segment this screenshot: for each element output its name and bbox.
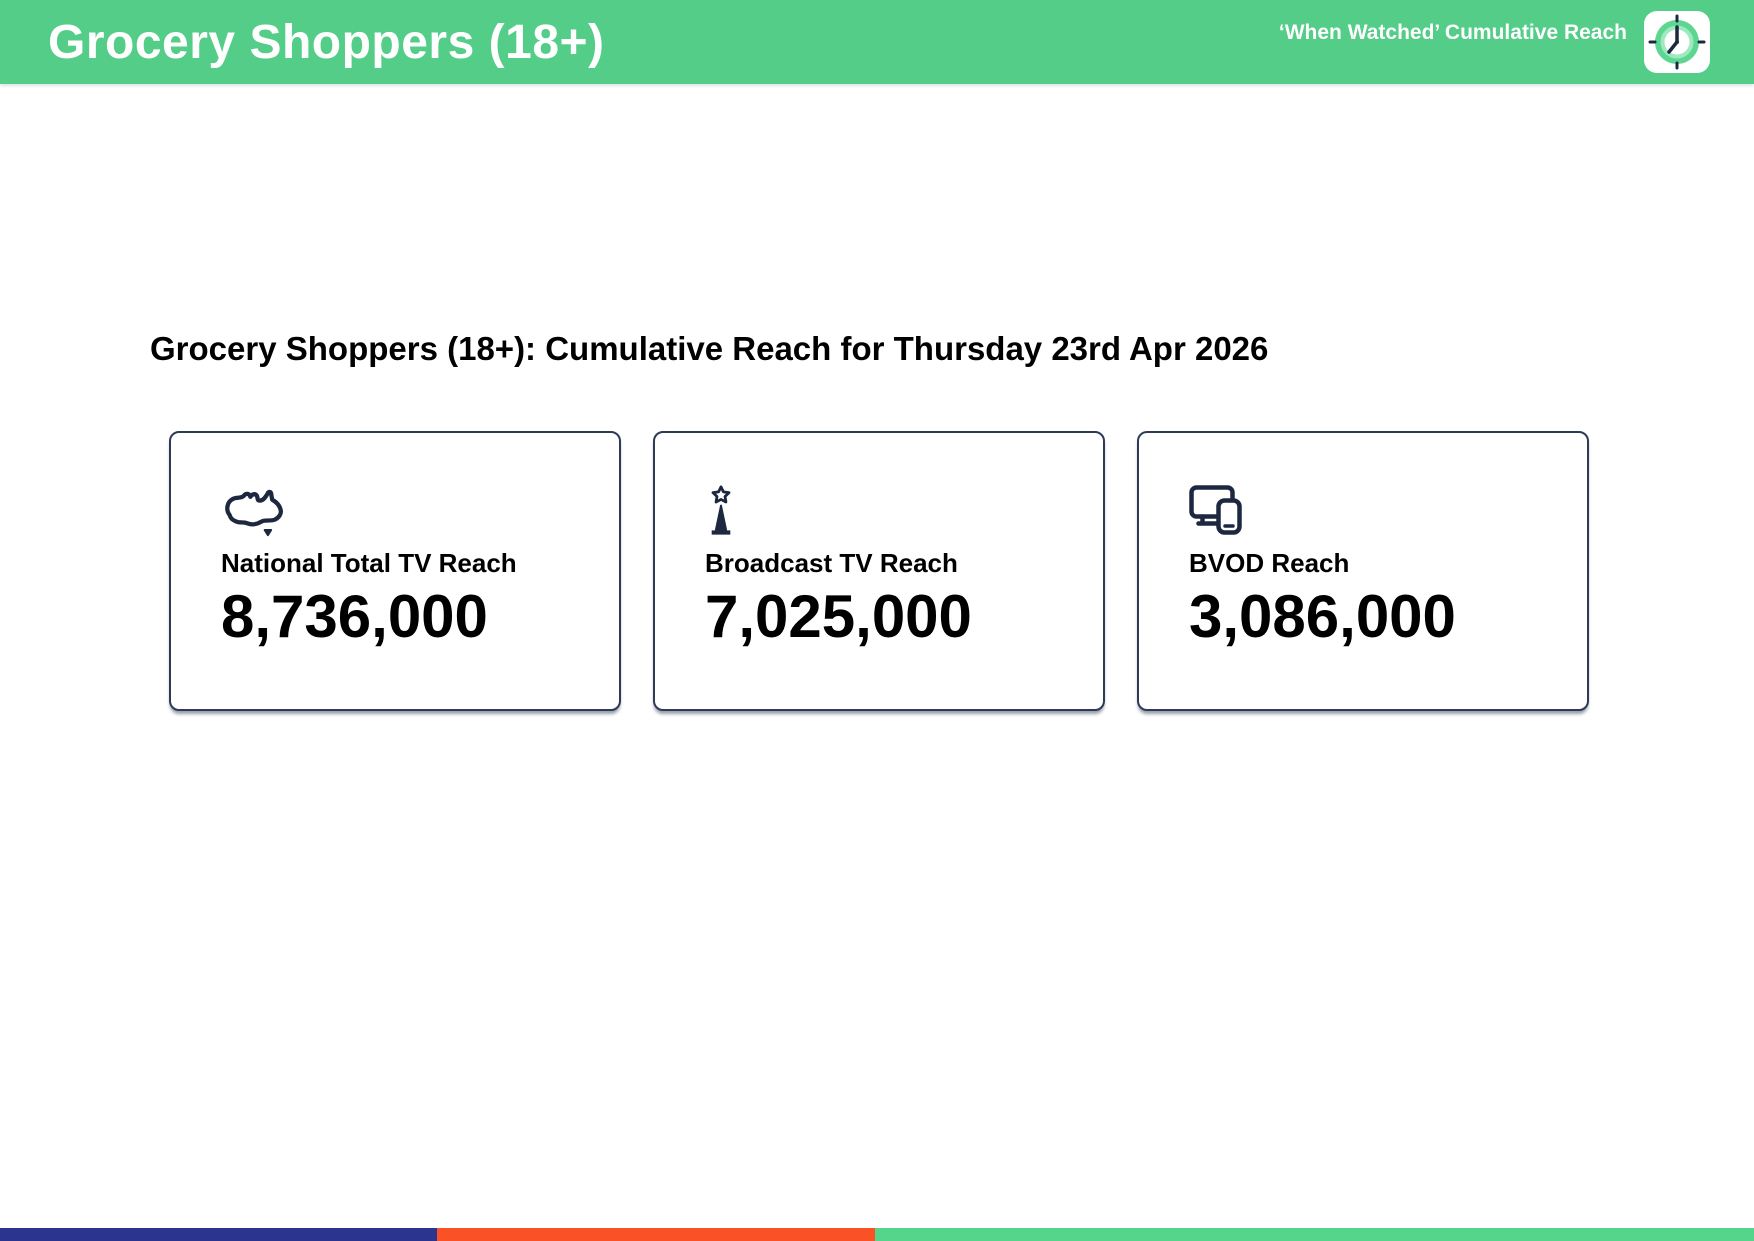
clock-logo-icon — [1644, 11, 1710, 73]
kpi-label: Broadcast TV Reach — [705, 548, 958, 578]
app-header: Grocery Shoppers (18+) ‘When Watched’ Cu… — [0, 0, 1754, 84]
report-heading: Grocery Shoppers (18+): Cumulative Reach… — [150, 330, 1269, 367]
kpi-value: 8,736,000 — [221, 583, 488, 650]
footer-segment-green — [875, 1228, 1754, 1241]
kpi-label: BVOD Reach — [1189, 548, 1350, 578]
kpi-card-bvod: BVOD Reach 3,086,000 — [1137, 431, 1589, 711]
kpi-card-broadcast-tv: Broadcast TV Reach 7,025,000 — [653, 431, 1105, 711]
page-title: Grocery Shoppers (18+) — [48, 15, 605, 69]
kpi-icon-slot — [221, 485, 579, 539]
header-subtitle: ‘When Watched’ Cumulative Reach — [1278, 21, 1627, 44]
footer-segment-orange — [437, 1228, 875, 1241]
australia-map-icon — [225, 489, 283, 537]
broadcast-tower-icon — [711, 485, 731, 535]
kpi-cards-row: National Total TV Reach 8,736,000 Broadc… — [169, 431, 1589, 711]
footer-brand-bar — [0, 1228, 1754, 1241]
kpi-icon-slot — [1189, 485, 1547, 539]
devices-icon — [1189, 485, 1242, 535]
header-right-group: ‘When Watched’ Cumulative Reach — [1279, 11, 1710, 73]
kpi-label: National Total TV Reach — [221, 548, 517, 578]
kpi-value: 7,025,000 — [705, 583, 972, 650]
kpi-icon-slot — [705, 485, 1063, 539]
kpi-value: 3,086,000 — [1189, 583, 1456, 650]
footer-segment-navy — [0, 1228, 437, 1241]
kpi-card-national-total-tv: National Total TV Reach 8,736,000 — [169, 431, 621, 711]
